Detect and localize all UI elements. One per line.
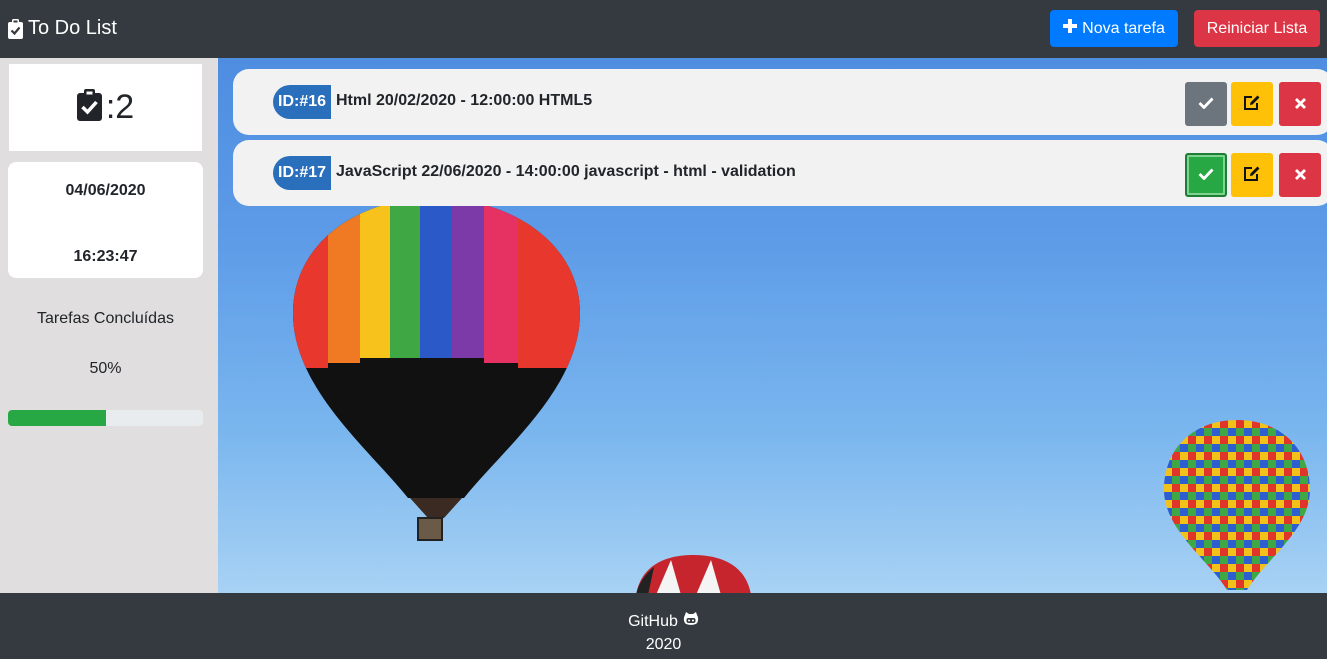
github-label: GitHub xyxy=(628,612,678,630)
reset-list-button[interactable]: Reiniciar Lista xyxy=(1194,10,1320,47)
task-row: ID:#17 JavaScript 22/06/2020 - 14:00:00 … xyxy=(233,140,1327,206)
hot-air-balloon-image xyxy=(1164,420,1310,590)
clipboard-check-icon xyxy=(8,18,23,39)
close-icon xyxy=(1294,168,1306,183)
task-count: :2 xyxy=(105,88,135,126)
task-area: ID:#16 Html 20/02/2020 - 12:00:00 HTML5 … xyxy=(218,58,1327,593)
completed-percent: 50% xyxy=(89,360,122,377)
edit-task-button[interactable] xyxy=(1231,82,1273,126)
complete-task-button[interactable] xyxy=(1185,153,1227,197)
brand[interactable]: To Do List xyxy=(8,17,117,40)
delete-task-button[interactable] xyxy=(1279,82,1321,126)
clipboard-check-icon xyxy=(76,89,102,126)
new-task-label: Nova tarefa xyxy=(1082,19,1165,37)
edit-task-button[interactable] xyxy=(1231,153,1273,197)
footer: GitHub 2020 xyxy=(0,593,1327,659)
delete-task-button[interactable] xyxy=(1279,153,1321,197)
check-icon xyxy=(1198,97,1214,112)
task-row: ID:#16 Html 20/02/2020 - 12:00:00 HTML5 xyxy=(233,69,1327,135)
task-id-badge: ID:#17 xyxy=(273,156,332,190)
footer-year: 2020 xyxy=(645,636,682,653)
current-date: 04/06/2020 xyxy=(65,182,146,199)
github-icon xyxy=(683,612,699,631)
close-icon xyxy=(1294,97,1306,112)
github-link[interactable]: GitHub xyxy=(0,612,1327,631)
new-task-button[interactable]: Nova tarefa xyxy=(1050,10,1178,47)
check-icon xyxy=(1198,168,1214,183)
navbar: To Do List Nova tarefa Reiniciar Lista xyxy=(0,0,1327,58)
task-text: JavaScript 22/06/2020 - 14:00:00 javascr… xyxy=(336,163,796,180)
edit-icon xyxy=(1243,166,1261,185)
edit-icon xyxy=(1243,95,1261,114)
plus-icon xyxy=(1063,19,1078,38)
hot-air-balloon-image xyxy=(636,555,751,593)
task-text: Html 20/02/2020 - 12:00:00 HTML5 xyxy=(336,92,593,109)
task-id-badge: ID:#16 xyxy=(273,85,332,119)
completed-progress-bar xyxy=(8,410,203,426)
task-count-card: :2 xyxy=(9,64,202,151)
complete-task-button[interactable] xyxy=(1185,82,1227,126)
current-time: 16:23:47 xyxy=(73,248,138,265)
completed-label: Tarefas Concluídas xyxy=(37,310,174,327)
app-title: To Do List xyxy=(28,17,117,39)
progress-fill xyxy=(8,410,106,426)
hot-air-balloon-image xyxy=(293,198,580,541)
sidebar: :2 04/06/2020 16:23:47 Tarefas Concluída… xyxy=(0,58,218,593)
datetime-card: 04/06/2020 16:23:47 xyxy=(8,162,203,278)
